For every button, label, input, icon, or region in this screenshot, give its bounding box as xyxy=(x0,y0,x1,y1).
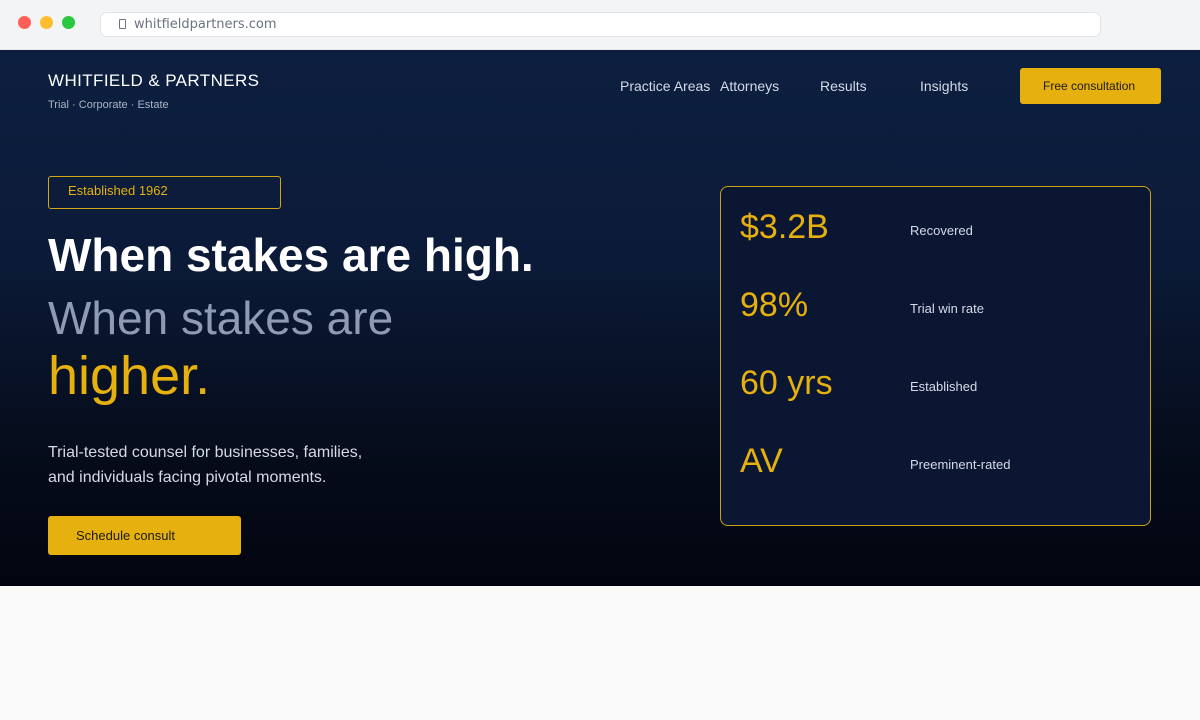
maximize-window-button[interactable] xyxy=(62,16,75,29)
below-fold-area xyxy=(0,586,1200,720)
minimize-window-button[interactable] xyxy=(40,16,53,29)
hero-lead: Trial-tested counsel for businesses, fam… xyxy=(48,440,448,490)
headline-line-3: higher. xyxy=(48,346,211,406)
stat-label: Established xyxy=(910,379,978,394)
address-bar[interactable]: whitfieldpartners.com xyxy=(100,12,1101,37)
stat-label: Trial win rate xyxy=(910,301,984,316)
stat-label: Recovered xyxy=(910,223,973,238)
stats-panel: $3.2B Recovered 98% Trial win rate 60 yr… xyxy=(720,186,1151,526)
brand-logo[interactable]: WHITFIELD & PARTNERS xyxy=(48,71,259,91)
browser-chrome: whitfieldpartners.com xyxy=(0,0,1200,50)
hero-section: WHITFIELD & PARTNERS Trial · Corporate ·… xyxy=(0,50,1200,586)
stat-value: 98% xyxy=(740,286,809,324)
nav-attorneys[interactable]: Attorneys xyxy=(720,78,779,94)
headline-line-1: When stakes are high. xyxy=(48,229,534,281)
established-badge: Established 1962 xyxy=(48,176,281,209)
lock-icon xyxy=(119,19,126,29)
brand-tagline: Trial · Corporate · Estate xyxy=(48,99,169,111)
headline-line-2: When stakes are xyxy=(48,292,394,344)
lead-line-2: and individuals facing pivotal moments. xyxy=(48,469,327,486)
free-consultation-button[interactable]: Free consultation xyxy=(1020,68,1161,104)
stat-label: Preeminent-rated xyxy=(910,457,1011,472)
lead-line-1: Trial-tested counsel for businesses, fam… xyxy=(48,444,363,461)
nav-insights[interactable]: Insights xyxy=(920,78,968,94)
stat-value: AV xyxy=(740,442,783,480)
stat-value: $3.2B xyxy=(740,208,829,246)
schedule-consult-button[interactable]: Schedule consult xyxy=(48,516,241,555)
nav-results[interactable]: Results xyxy=(820,78,867,94)
nav-practice-areas[interactable]: Practice Areas xyxy=(620,78,710,94)
address-url: whitfieldpartners.com xyxy=(134,17,277,32)
close-window-button[interactable] xyxy=(18,16,31,29)
stat-value: 60 yrs xyxy=(740,364,833,402)
